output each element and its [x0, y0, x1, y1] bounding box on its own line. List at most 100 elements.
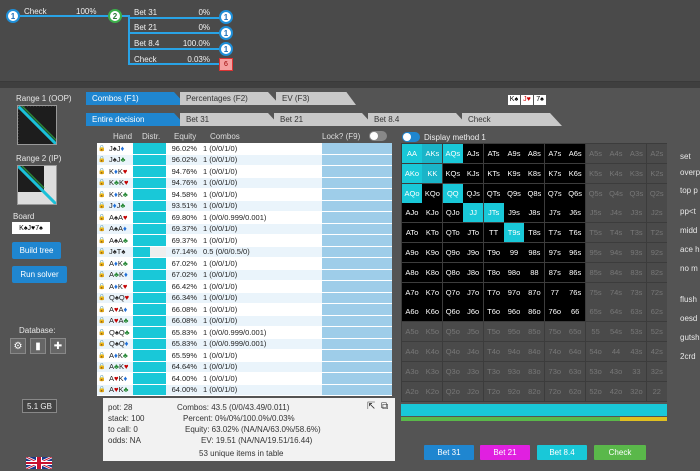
lock-icon[interactable]: 🔒: [97, 271, 107, 278]
tab-ev[interactable]: EV (F3): [276, 92, 356, 105]
lock-icon[interactable]: 🔒: [97, 283, 107, 290]
category-label[interactable]: set: [680, 152, 691, 161]
grid-cell[interactable]: J4o: [463, 342, 484, 361]
lock-icon[interactable]: 🔒: [97, 375, 107, 382]
grid-cell[interactable]: 74s: [606, 282, 626, 302]
grid-cell[interactable]: A7s: [544, 144, 565, 163]
grid-cell[interactable]: 94o: [504, 342, 524, 361]
table-row[interactable]: 🔒 K♦K♣ 94.58% 1 (0/0/1/0): [97, 189, 392, 200]
grid-cell[interactable]: K5o: [422, 322, 443, 342]
lock-icon[interactable]: 🔒: [97, 225, 107, 232]
grid-cell[interactable]: A6s: [565, 144, 586, 163]
grid-cell[interactable]: 73s: [626, 282, 647, 302]
table-row[interactable]: 🔒 A♦K♣ 65.59% 1 (0/0/1/0): [97, 350, 392, 361]
lock-icon[interactable]: 🔒: [97, 202, 107, 209]
grid-cell[interactable]: 76o: [544, 302, 565, 322]
grid-cell[interactable]: KQs: [442, 163, 463, 183]
table-row[interactable]: 🔒 J♠J♦ 96.02% 1 (0/0/1/0): [97, 143, 392, 154]
database-settings-button[interactable]: ⚙: [10, 338, 26, 354]
board-input[interactable]: K♠J♥7♠: [12, 222, 50, 234]
tab-bet84[interactable]: Bet 8.4: [368, 113, 468, 126]
grid-cell[interactable]: A8o: [402, 262, 422, 282]
grid-cell[interactable]: J9s: [504, 203, 524, 223]
grid-cell[interactable]: 96s: [565, 243, 586, 262]
grid-cell[interactable]: 62o: [565, 381, 586, 401]
grid-cell[interactable]: 62s: [646, 302, 667, 322]
grid-cell[interactable]: K2s: [646, 163, 667, 183]
grid-cell[interactable]: K8s: [524, 163, 545, 183]
table-row[interactable]: 🔒 A♠A♣ 69.37% 1 (0/0/1/0): [97, 235, 392, 246]
grid-cell[interactable]: 42s: [646, 342, 667, 361]
grid-cell[interactable]: T8s: [524, 223, 545, 243]
header-combos[interactable]: Combos: [210, 132, 240, 141]
grid-cell[interactable]: 32o: [626, 381, 647, 401]
grid-cell[interactable]: QTs: [483, 183, 504, 203]
lock-icon[interactable]: 🔒: [97, 145, 107, 152]
table-row[interactable]: 🔒 K♣K♥ 94.76% 1 (0/0/1/0): [97, 177, 392, 189]
lock-icon[interactable]: 🔒: [97, 386, 107, 393]
grid-cell[interactable]: 84s: [606, 262, 626, 282]
grid-cell[interactable]: KTo: [422, 223, 443, 243]
grid-cell[interactable]: T4s: [606, 223, 626, 243]
table-row[interactable]: 🔒 J♦J♣ 93.51% 1 (0/0/1/0): [97, 200, 392, 212]
grid-cell[interactable]: 72s: [646, 282, 667, 302]
lock-icon[interactable]: 🔒: [97, 156, 107, 163]
popout-icon[interactable]: ⧉: [381, 401, 388, 412]
grid-cell[interactable]: AKs: [422, 144, 443, 163]
grid-cell[interactable]: ATo: [402, 223, 422, 243]
grid-cell[interactable]: Q6o: [442, 302, 463, 322]
grid-cell[interactable]: K5s: [585, 163, 606, 183]
grid-cell[interactable]: T2s: [646, 223, 667, 243]
tree-node-leaf[interactable]: 6: [219, 58, 233, 71]
action-bet84-button[interactable]: Bet 8.4: [537, 445, 587, 460]
grid-cell[interactable]: J6o: [463, 302, 484, 322]
grid-cell[interactable]: 99: [504, 243, 524, 262]
grid-cell[interactable]: K3o: [422, 361, 443, 381]
grid-cell[interactable]: T8o: [483, 262, 504, 282]
grid-cell[interactable]: KJs: [463, 163, 484, 183]
grid-cell[interactable]: T6s: [565, 223, 586, 243]
grid-cell[interactable]: KJo: [422, 203, 443, 223]
grid-cell[interactable]: K6s: [565, 163, 586, 183]
display-method-toggle[interactable]: [402, 132, 420, 142]
grid-cell[interactable]: K4s: [606, 163, 626, 183]
lock-icon[interactable]: 🔒: [97, 306, 107, 313]
tab-check[interactable]: Check: [462, 113, 562, 126]
grid-cell[interactable]: 83o: [524, 361, 545, 381]
grid-cell[interactable]: 96o: [504, 302, 524, 322]
grid-cell[interactable]: 72o: [544, 381, 565, 401]
expand-icon[interactable]: ⇱: [367, 401, 375, 412]
grid-cell[interactable]: 93s: [626, 243, 647, 262]
grid-cell[interactable]: 93o: [504, 361, 524, 381]
category-label[interactable]: overp: [680, 168, 700, 177]
grid-cell[interactable]: JTs: [483, 203, 504, 223]
range2-thumbnail[interactable]: [17, 165, 57, 205]
build-tree-button[interactable]: Build tree: [12, 242, 61, 259]
grid-cell[interactable]: Q3o: [442, 361, 463, 381]
grid-cell[interactable]: J8s: [524, 203, 545, 223]
grid-cell[interactable]: A5s: [585, 144, 606, 163]
grid-cell[interactable]: 64s: [606, 302, 626, 322]
tree-node-root[interactable]: 1: [6, 9, 20, 23]
range1-thumbnail[interactable]: [17, 105, 57, 145]
grid-cell[interactable]: T2o: [483, 381, 504, 401]
grid-cell[interactable]: 52o: [585, 381, 606, 401]
table-row[interactable]: 🔒 A♣K♦ 67.02% 1 (0/0/1/0): [97, 269, 392, 281]
lock-icon[interactable]: 🔒: [97, 260, 107, 267]
grid-cell[interactable]: Q7s: [544, 183, 565, 203]
grid-cell[interactable]: TT: [483, 223, 504, 243]
grid-cell[interactable]: A3s: [626, 144, 647, 163]
grid-cell[interactable]: QTo: [442, 223, 463, 243]
grid-cell[interactable]: QJo: [442, 203, 463, 223]
grid-cell[interactable]: 97s: [544, 243, 565, 262]
grid-cell[interactable]: 95o: [504, 322, 524, 342]
grid-cell[interactable]: JJ: [463, 203, 484, 223]
lock-icon[interactable]: 🔒: [97, 214, 107, 221]
grid-cell[interactable]: 85o: [524, 322, 545, 342]
table-row[interactable]: 🔒 A♥K♦ 64.00% 1 (0/0/1/0): [97, 373, 392, 384]
grid-cell[interactable]: QJs: [463, 183, 484, 203]
tree-node-current[interactable]: 2: [108, 9, 122, 23]
grid-cell[interactable]: AA: [402, 144, 422, 163]
grid-cell[interactable]: 53o: [585, 361, 606, 381]
tree-node[interactable]: 1: [219, 10, 233, 24]
